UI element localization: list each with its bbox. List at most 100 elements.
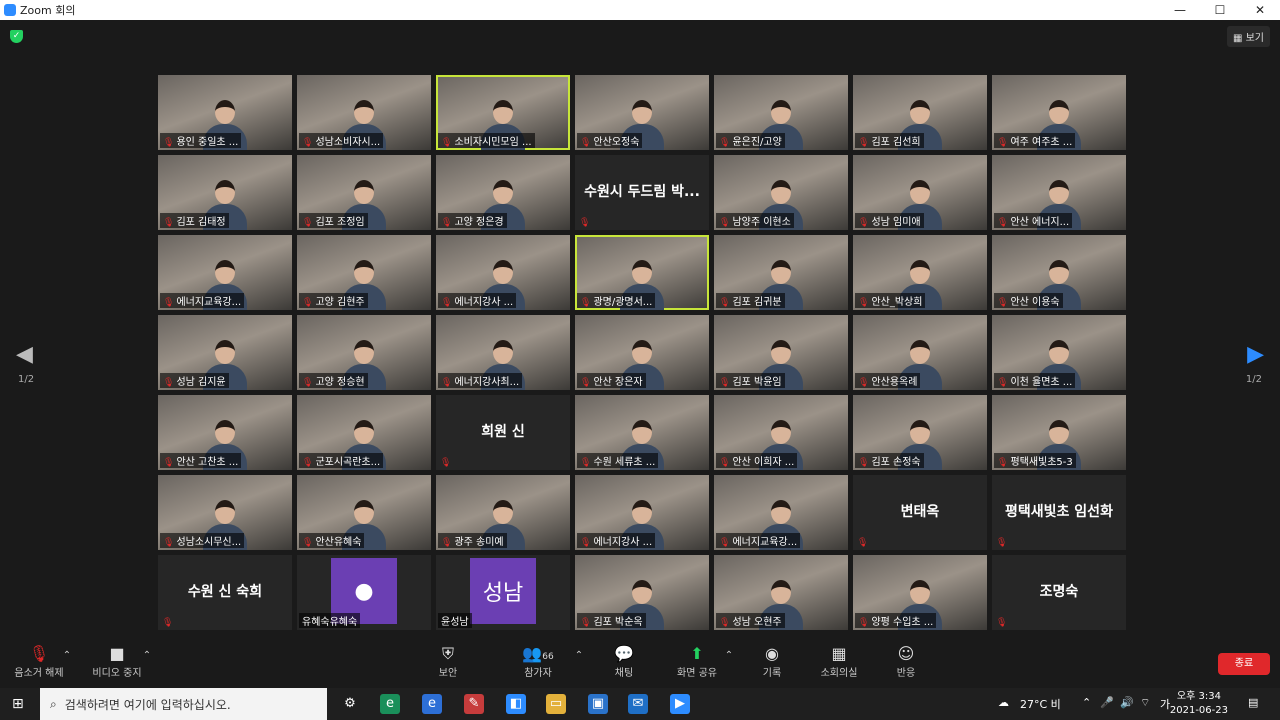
participant-tile[interactable]: 🎙 에너지강사 ... (436, 235, 570, 310)
record-button[interactable]: ◉ 기록 (756, 644, 788, 679)
participant-tile[interactable]: 🎙 성남소비자시... (297, 75, 431, 150)
participant-tile[interactable]: 🎙 안산 장은자 (575, 315, 709, 390)
audio-options-chevron-icon[interactable]: ⌃ (60, 650, 74, 661)
settings-gear-icon[interactable]: ⚙ (340, 694, 360, 714)
participant-tile[interactable]: 🎙 윤은진/고양 (714, 75, 848, 150)
chat-button[interactable]: 💬 채팅 (608, 644, 640, 679)
participant-tile[interactable]: 🎙 김포 김선희 (853, 75, 987, 150)
participant-tile[interactable]: 🎙 성남소시무신... (158, 475, 292, 550)
participant-tile[interactable]: 🎙 성남 김지윤 (158, 315, 292, 390)
participant-tile[interactable]: 🎙 용인 중일초 ... (158, 75, 292, 150)
participant-tile[interactable]: 🎙 안산유혜숙 (297, 475, 431, 550)
participant-tile[interactable]: 희원 신 🎙 (436, 395, 570, 470)
participant-name: 고양 김현주 (315, 297, 365, 308)
participant-tile[interactable]: 🎙 군포시곡란초... (297, 395, 431, 470)
weather-text[interactable]: 27°C 비 (1020, 696, 1061, 712)
breakout-rooms-button[interactable]: ▦ 소회의실 (816, 644, 862, 679)
participant-tile[interactable]: 🎙 에너지교육강... (158, 235, 292, 310)
participant-tile[interactable]: 변태옥 🎙 (853, 475, 987, 550)
reactions-button[interactable]: ☺ 반응 (890, 644, 922, 679)
participant-name-label: 🎙 안산 에너지... (994, 213, 1073, 228)
page-indicator-left: 1/2 (18, 374, 35, 385)
unmute-button[interactable]: 🎙 음소거 해제 (12, 644, 66, 679)
participant-name-label: 🎙 남양주 이현소 (716, 213, 794, 228)
participant-tile[interactable]: 🎙 고양 정승현 (297, 315, 431, 390)
security-shield-icon[interactable]: ✓ (10, 30, 23, 43)
participant-name: 안산 고찬초 ... (176, 457, 239, 468)
windows-start-icon[interactable]: ⊞ (12, 696, 24, 712)
participant-tile[interactable]: 🎙 수원 세류초 ... (575, 395, 709, 470)
paint-icon[interactable]: ✎ (464, 694, 484, 714)
participant-tile[interactable]: 🎙 광명/광명서... (575, 235, 709, 310)
participant-tile[interactable]: 🎙 양평 수입초 ... (853, 555, 987, 630)
taskbar-search-input[interactable]: ⌕ 검색하려면 여기에 입력하십시오. (40, 688, 327, 720)
zoom-taskbar-icon[interactable]: ▶ (670, 694, 690, 714)
share-screen-button[interactable]: ⬆ 화면 공유 (672, 644, 722, 679)
participant-tile[interactable]: 🎙 안산 에너지... (992, 155, 1126, 230)
participant-tile[interactable]: 🎙 김포 박윤임 (714, 315, 848, 390)
participants-chevron-icon[interactable]: ⌃ (572, 650, 586, 661)
volume-icon[interactable]: 🔊 (1120, 696, 1134, 709)
participant-tile[interactable]: 🎙 이천 율면초 ... (992, 315, 1126, 390)
file-explorer-icon[interactable]: ▭ (546, 694, 566, 714)
view-button[interactable]: ▦ 보기 (1226, 26, 1270, 47)
notification-icon[interactable]: ▤ (1248, 696, 1258, 709)
participant-tile[interactable]: 🎙 평택새빛초5-3 (992, 395, 1126, 470)
stop-video-button[interactable]: ■ 비디오 중지 (88, 644, 146, 679)
participant-tile[interactable]: 🎙 안산용옥례 (853, 315, 987, 390)
network-icon[interactable]: ⌔ (1140, 696, 1150, 710)
tray-expand-icon[interactable]: ⌃ (1082, 696, 1091, 709)
participant-tile[interactable]: 🎙 김포 박순옥 (575, 555, 709, 630)
participant-name: 조명숙 (1039, 584, 1079, 600)
end-meeting-button[interactable]: 종료 (1218, 653, 1270, 675)
participant-tile[interactable]: 평택새빛초 임선화 🎙 (992, 475, 1126, 550)
participant-tile[interactable]: 🎙 고양 김현주 (297, 235, 431, 310)
participant-tile[interactable]: 조명숙 🎙 (992, 555, 1126, 630)
store-icon[interactable]: ▣ (588, 694, 608, 714)
participant-name: 성남 오현주 (732, 617, 782, 628)
video-options-chevron-icon[interactable]: ⌃ (140, 650, 154, 661)
taskbar-clock[interactable]: 오후 3:34 2021-06-23 (1170, 690, 1228, 718)
participant-tile[interactable]: 🎙 에너지교육강... (714, 475, 848, 550)
participant-tile[interactable]: 🎙 여주 여주초 ... (992, 75, 1126, 150)
security-button[interactable]: ⛨ 보안 (432, 644, 464, 679)
participant-tile[interactable]: 🎙 고양 정은경 (436, 155, 570, 230)
close-button[interactable]: ✕ (1240, 0, 1280, 20)
participant-tile[interactable]: 🎙 김포 김귀분 (714, 235, 848, 310)
participant-tile[interactable]: 🎙 안산_박상희 (853, 235, 987, 310)
participant-tile[interactable]: 🎙 소비자시민모임 ... (436, 75, 570, 150)
prev-page-arrow-icon[interactable]: ◀ (16, 342, 33, 367)
next-page-arrow-icon[interactable]: ▶ (1247, 342, 1264, 367)
participant-tile[interactable]: 🎙 남양주 이현소 (714, 155, 848, 230)
participant-tile[interactable]: 🎙 성남 오현주 (714, 555, 848, 630)
participant-gallery: 🎙 용인 중일초 ... 🎙 성남소비자시... 🎙 소비자시민모임 ... 🎙 안산오정숙 🎙… (158, 75, 1126, 630)
participant-tile[interactable]: 🎙 김포 손정숙 (853, 395, 987, 470)
participant-tile[interactable]: 🎙 광주 송미예 (436, 475, 570, 550)
edge-icon[interactable]: e (380, 694, 400, 714)
participant-tile[interactable]: ● 유혜숙유혜숙 (297, 555, 431, 630)
participant-tile[interactable]: 🎙 안산오정숙 (575, 75, 709, 150)
participant-tile[interactable]: 🎙 에너지강사최... (436, 315, 570, 390)
maximize-button[interactable]: ☐ (1200, 0, 1240, 20)
participant-tile[interactable]: 🎙 김포 김태정 (158, 155, 292, 230)
weather-icon: ☁ (998, 696, 1009, 709)
mail-icon[interactable]: ✉ (628, 694, 648, 714)
share-chevron-icon[interactable]: ⌃ (722, 650, 736, 661)
participants-button[interactable]: 👥66 참가자 (518, 644, 558, 679)
participant-tile[interactable]: 🎙 성남 임미애 (853, 155, 987, 230)
participant-name: 평택새빛초 임선화 (1005, 504, 1113, 520)
participant-tile[interactable]: 🎙 김포 조정임 (297, 155, 431, 230)
participant-tile[interactable]: 🎙 에너지강사 ... (575, 475, 709, 550)
ie-icon[interactable]: e (422, 694, 442, 714)
microphone-tray-icon[interactable]: 🎤 (1100, 696, 1114, 709)
participant-tile[interactable]: 🎙 안산 이희자 ... (714, 395, 848, 470)
ime-indicator[interactable]: 가 (1160, 696, 1170, 712)
participant-tile[interactable]: 🎙 안산 고찬초 ... (158, 395, 292, 470)
minimize-button[interactable]: — (1160, 0, 1200, 20)
app-icon[interactable]: ◧ (506, 694, 526, 714)
participant-tile[interactable]: 수원 신 숙희 🎙 (158, 555, 292, 630)
participant-tile[interactable]: 🎙 안산 이용숙 (992, 235, 1126, 310)
participant-tile[interactable]: 성남 윤성남 (436, 555, 570, 630)
participant-name: 성남소비자시... (315, 137, 381, 148)
participant-tile[interactable]: 수원시 두드림 박... 🎙 (575, 155, 709, 230)
